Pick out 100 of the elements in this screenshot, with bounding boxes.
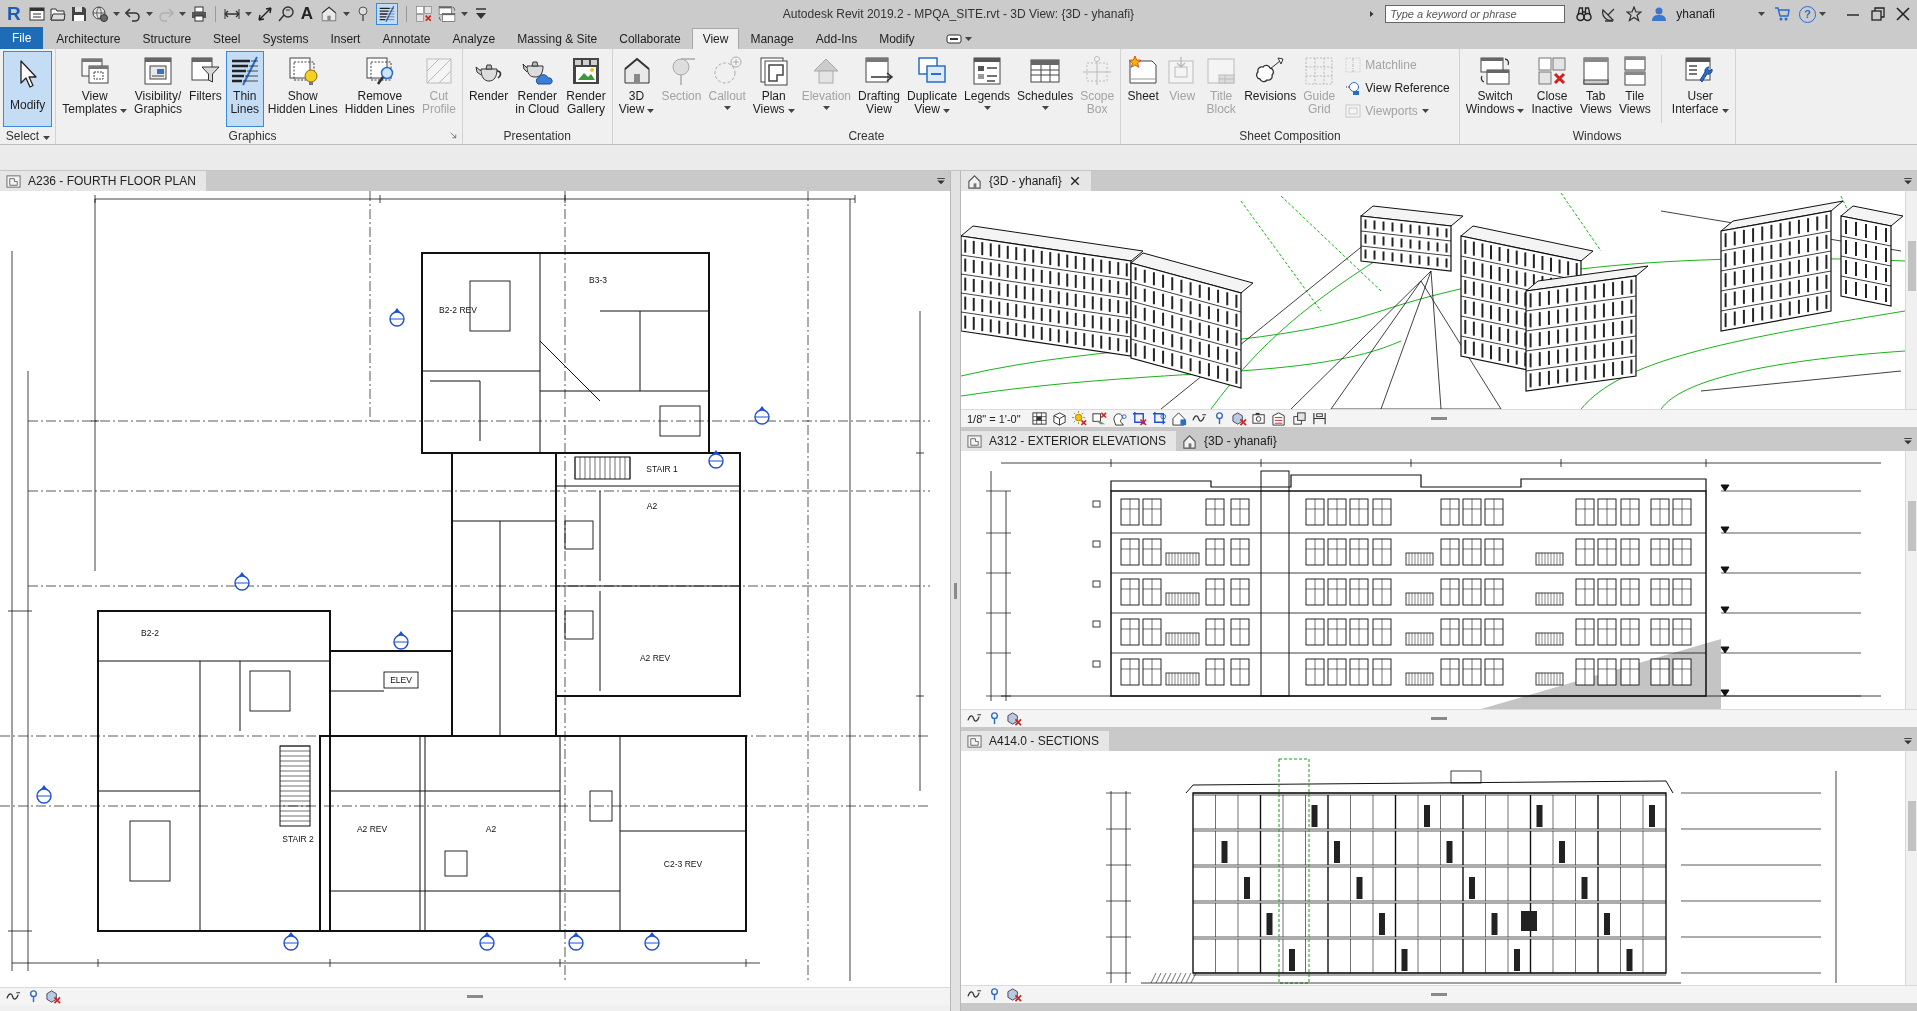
building-icon[interactable] — [1271, 411, 1287, 426]
view-tab[interactable]: A312 - EXTERIOR ELEVATIONS — [961, 431, 1176, 451]
ribbon-button[interactable]: Remove Hidden Lines — [341, 51, 418, 127]
ribbon-button[interactable]: View Templates — [59, 51, 131, 127]
ribbon-button[interactable]: 3D View — [615, 51, 658, 127]
scroll-thumb[interactable] — [1907, 241, 1916, 291]
ribbon-tab[interactable]: Collaborate — [608, 28, 692, 49]
view-tab[interactable]: A414.0 - SECTIONS — [961, 731, 1110, 751]
caret-icon[interactable] — [145, 12, 153, 16]
cube-cross-icon[interactable] — [1231, 411, 1247, 426]
ribbon-button[interactable]: Legends — [961, 51, 1014, 127]
file-menu-button[interactable]: File — [0, 27, 44, 49]
scroll-grip-icon[interactable] — [467, 995, 483, 998]
camera-icon[interactable] — [1251, 411, 1267, 426]
view-tab[interactable]: {3D - yhanafi} — [1175, 431, 1287, 451]
star-icon[interactable] — [1626, 6, 1643, 22]
user-name[interactable]: yhanafi — [1676, 7, 1715, 21]
restore-icon[interactable] — [1870, 6, 1886, 22]
scroll-grip-icon[interactable] — [1431, 717, 1447, 720]
ribbon-tab[interactable]: View — [691, 28, 740, 49]
checker-icon[interactable] — [1031, 411, 1047, 426]
close-icon[interactable] — [1895, 6, 1911, 22]
ribbon-button[interactable]: Render — [465, 51, 512, 127]
undo-icon[interactable] — [124, 6, 141, 22]
scroll-grip-icon[interactable] — [1431, 993, 1447, 996]
view-tab[interactable]: A236 - FOURTH FLOOR PLAN — [0, 171, 206, 191]
ribbon-button[interactable]: Render Gallery — [563, 51, 609, 127]
ribbon-button[interactable]: Plan Views — [749, 51, 798, 127]
ribbon-button[interactable]: Switch Windows — [1462, 51, 1528, 127]
ribbon-button[interactable]: Schedules — [1014, 51, 1077, 127]
scrollbar[interactable] — [1905, 751, 1917, 985]
ribbon-button[interactable]: Close Inactive — [1528, 51, 1576, 127]
view-scale[interactable]: 1/8" = 1'-0" — [967, 412, 1021, 425]
caret-icon[interactable] — [42, 135, 50, 140]
dimension-icon[interactable] — [256, 6, 273, 22]
ribbon-tab[interactable]: Massing & Site — [506, 28, 609, 49]
caret-icon[interactable] — [1758, 12, 1765, 16]
ribbon-button[interactable]: Tile Views — [1615, 51, 1654, 127]
ribbon-button[interactable]: Modify — [3, 51, 53, 127]
ribbon-tab[interactable]: Architecture — [45, 28, 132, 49]
scroll-grip-icon[interactable] — [1431, 417, 1447, 420]
scroll-thumb[interactable] — [1907, 801, 1916, 851]
ribbon-tab[interactable]: Annotate — [371, 28, 442, 49]
print-icon[interactable] — [190, 6, 207, 22]
view-menu-icon[interactable] — [1903, 436, 1913, 446]
ribbon-button[interactable]: Show Hidden Lines — [264, 51, 341, 127]
search-field[interactable]: Type a keyword or phrase — [1385, 5, 1566, 23]
ribbon-button[interactable]: Drafting View — [855, 51, 904, 127]
cube-cross-icon[interactable] — [1007, 987, 1022, 1002]
window-list-icon[interactable] — [28, 6, 45, 22]
ribbon-tab[interactable]: Structure — [131, 28, 203, 49]
app-logo[interactable]: R — [4, 3, 24, 25]
ribbon-tab[interactable]: Systems — [251, 28, 320, 49]
crop-pin-icon[interactable] — [1151, 411, 1167, 426]
view-menu-icon[interactable] — [1903, 176, 1913, 186]
caret-icon[interactable] — [178, 12, 186, 16]
cart-icon[interactable] — [1774, 6, 1790, 22]
ribbon-button[interactable]: Visibility/ Graphics — [131, 51, 186, 127]
switch-windows-icon[interactable] — [438, 5, 456, 23]
launcher-icon[interactable] — [448, 131, 458, 140]
bracket-icon[interactable] — [1311, 411, 1327, 426]
house-icon[interactable] — [320, 5, 338, 23]
ribbon-button[interactable]: Filters — [186, 51, 225, 127]
ribbon-button[interactable]: Revisions — [1241, 51, 1300, 127]
cube-cross-icon[interactable] — [1007, 711, 1022, 726]
view-menu-icon[interactable] — [936, 176, 946, 186]
sun-icon[interactable] — [1071, 411, 1087, 426]
close-icon[interactable] — [1068, 175, 1081, 187]
ribbon-button[interactable]: View Reference — [1341, 78, 1454, 98]
pin-icon[interactable] — [355, 6, 371, 22]
ribbon-button[interactable]: Tab Views — [1576, 51, 1615, 127]
hand-pin-icon[interactable] — [1111, 411, 1127, 426]
stacked-cubes-icon[interactable] — [1291, 411, 1307, 426]
measure-icon[interactable] — [223, 6, 240, 22]
house-lock-icon[interactable] — [1171, 411, 1187, 426]
ribbon-button[interactable]: Duplicate View — [904, 51, 961, 127]
crop-icon[interactable] — [1131, 411, 1147, 426]
leader-circle-icon[interactable] — [277, 6, 294, 22]
caret-icon[interactable] — [461, 12, 468, 16]
folder-icon[interactable] — [49, 6, 66, 22]
binoculars-icon[interactable] — [1576, 6, 1593, 22]
scrollbar[interactable] — [1905, 451, 1917, 709]
thin-lines-toggle[interactable] — [376, 3, 398, 25]
ribbon-tab[interactable]: Insert — [319, 28, 372, 49]
cube-cross-icon[interactable] — [46, 989, 61, 1004]
ribbon-button[interactable]: User Interface — [1668, 51, 1732, 127]
caret-icon[interactable] — [112, 12, 120, 16]
ribbon-tab[interactable]: Add-Ins — [804, 28, 869, 49]
save-icon[interactable] — [70, 6, 87, 22]
ribbon-button[interactable]: Sheet — [1124, 51, 1163, 127]
text-tool-button[interactable]: A — [298, 5, 315, 23]
ribbon-button[interactable]: Render in Cloud — [512, 51, 563, 127]
cube-icon[interactable] — [1051, 411, 1067, 426]
user-icon[interactable] — [1651, 6, 1668, 22]
view-tab[interactable]: {3D - yhanafi} — [961, 171, 1091, 191]
caret-icon[interactable] — [1819, 12, 1826, 16]
close-windows-icon[interactable] — [415, 5, 433, 23]
ribbon-tab[interactable]: Modify — [868, 28, 926, 49]
ribbon-toggle-icon[interactable] — [945, 31, 962, 47]
scroll-thumb[interactable] — [1907, 501, 1916, 551]
